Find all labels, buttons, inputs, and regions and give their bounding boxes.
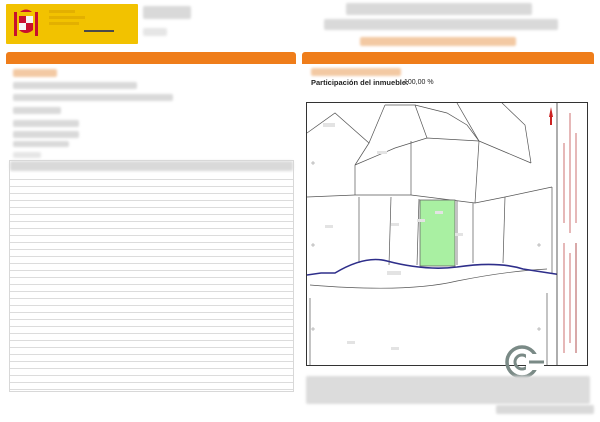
- redacted-document-title: [324, 19, 558, 30]
- right-section-header: [302, 52, 594, 64]
- cadastral-table: [9, 160, 294, 392]
- redacted-header-text: [143, 28, 167, 36]
- map-legend-strip: [557, 103, 587, 365]
- redacted-field: [13, 94, 173, 101]
- redacted-table-title: [13, 152, 41, 158]
- participation-label: Participación del inmueble:: [311, 78, 409, 87]
- redacted-header-text: [143, 6, 191, 19]
- table-rows: [10, 173, 293, 391]
- government-logo: [6, 4, 138, 44]
- redacted-field: [13, 82, 137, 89]
- coat-of-arms-icon: [12, 9, 114, 40]
- map-drawing: [306, 102, 587, 365]
- redacted-footer-text: [496, 405, 594, 414]
- participation-value: 100,00 %: [404, 79, 434, 86]
- redacted-field: [13, 131, 79, 138]
- cadastral-map: [306, 102, 588, 366]
- redacted-document-title: [346, 3, 532, 15]
- selected-parcel: [419, 199, 456, 267]
- table-header-row: [10, 161, 293, 171]
- redacted-section-title: [311, 68, 401, 76]
- redacted-field: [13, 141, 69, 147]
- redacted-section-title: [13, 69, 57, 77]
- left-section-header: [6, 52, 296, 64]
- redacted-reference: [360, 37, 516, 46]
- redacted-field: [13, 107, 61, 114]
- north-arrow-icon: [549, 107, 553, 125]
- redacted-field: [13, 120, 79, 127]
- redacted-footer-box: [306, 376, 590, 404]
